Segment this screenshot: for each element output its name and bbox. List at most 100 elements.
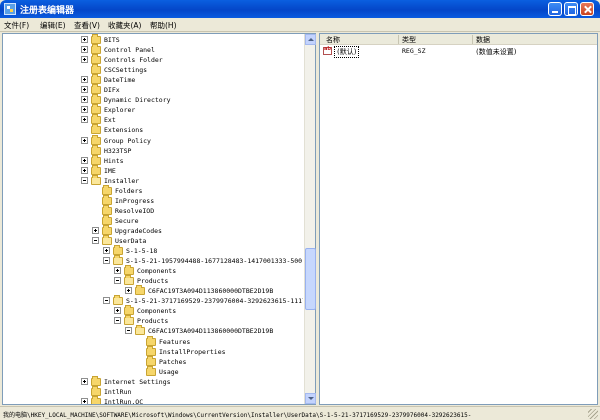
- menu-edit[interactable]: 编辑(E): [40, 20, 66, 31]
- tree-node[interactable]: Group Policy: [3, 134, 303, 146]
- tree-node-label[interactable]: Dynamic Directory: [104, 95, 171, 105]
- tree-node-label[interactable]: Explorer: [104, 105, 135, 115]
- tree-node-label[interactable]: InProgress: [115, 196, 154, 206]
- tree-node[interactable]: Dynamic Directory: [3, 94, 303, 105]
- tree-node-label[interactable]: Folders: [115, 186, 142, 196]
- tree-node[interactable]: Features: [3, 335, 303, 347]
- tree-node[interactable]: Folders: [3, 184, 303, 196]
- tree-node[interactable]: DIFx: [3, 84, 303, 95]
- tree-node[interactable]: InstallProperties: [3, 345, 303, 357]
- expand-plus-icon[interactable]: [81, 56, 88, 64]
- tree-vertical-scrollbar[interactable]: [304, 34, 316, 404]
- tree-node-label[interactable]: C6FAC19T3A094D113860000DTBE2D19B: [148, 326, 273, 336]
- tree-node-label[interactable]: InstallProperties: [159, 347, 226, 357]
- expand-plus-icon[interactable]: [81, 166, 88, 174]
- tree-node[interactable]: Ext: [3, 114, 303, 125]
- tree-node-label[interactable]: Hints: [104, 156, 124, 166]
- tree-node[interactable]: ResolveIOD: [3, 204, 303, 216]
- expand-plus-icon[interactable]: [81, 86, 88, 94]
- tree-node[interactable]: IntlRun.OC: [3, 395, 303, 404]
- tree-node[interactable]: BITS: [3, 34, 303, 45]
- tree-node[interactable]: Products: [3, 315, 303, 326]
- expand-plus-icon[interactable]: [81, 96, 88, 104]
- tree-node[interactable]: Extensions: [3, 124, 303, 135]
- collapse-minus-icon[interactable]: [114, 277, 121, 285]
- expand-plus-icon[interactable]: [81, 46, 88, 54]
- tree-node-label[interactable]: Installer: [104, 176, 139, 186]
- collapse-minus-icon[interactable]: [103, 297, 110, 305]
- expand-plus-icon[interactable]: [81, 106, 88, 114]
- tree-node[interactable]: C6FAC19T3A094D113860000DTBE2D19B: [3, 285, 303, 296]
- tree-node[interactable]: InProgress: [3, 194, 303, 206]
- tree-node[interactable]: Components: [3, 265, 303, 276]
- expand-plus-icon[interactable]: [114, 307, 121, 315]
- tree-node-label[interactable]: Internet Settings: [104, 377, 171, 387]
- tree-node-label[interactable]: Extensions: [104, 125, 143, 135]
- tree-node-label[interactable]: DateTime: [104, 75, 135, 85]
- collapse-minus-icon[interactable]: [92, 237, 99, 244]
- tree-node[interactable]: UpgradeCodes: [3, 224, 303, 236]
- resize-grip-icon[interactable]: [588, 409, 598, 419]
- registry-tree-pane[interactable]: BITS Control Panel Controls Folder CSCSetti…: [2, 33, 316, 405]
- tree-node-label[interactable]: Secure: [115, 216, 138, 226]
- close-button[interactable]: [580, 2, 594, 16]
- values-list-pane[interactable]: 名称 类型 数据 (默认) REG_SZ (数值未设置): [319, 33, 598, 405]
- tree-node-label[interactable]: Controls Folder: [104, 55, 163, 65]
- column-divider[interactable]: [472, 35, 473, 44]
- collapse-minus-icon[interactable]: [114, 317, 121, 325]
- tree-node-label[interactable]: BITS: [104, 35, 120, 45]
- tree-node[interactable]: H323TSP: [3, 144, 303, 156]
- minimize-button[interactable]: [548, 2, 562, 16]
- tree-node[interactable]: Internet Settings: [3, 375, 303, 387]
- scroll-down-arrow-icon[interactable]: [305, 393, 316, 404]
- tree-node-label[interactable]: Ext: [104, 115, 116, 125]
- scroll-up-arrow-icon[interactable]: [305, 34, 316, 45]
- tree-node-label[interactable]: IME: [104, 166, 116, 176]
- tree-node-label[interactable]: ResolveIOD: [115, 206, 154, 216]
- tree-node-label[interactable]: DIFx: [104, 85, 120, 95]
- tree-node[interactable]: Components: [3, 305, 303, 316]
- tree-node[interactable]: Controls Folder: [3, 54, 303, 65]
- tree-node-label[interactable]: S-1-5-21-3717169529-2379976004-329262361…: [126, 296, 303, 306]
- tree-node[interactable]: Explorer: [3, 104, 303, 115]
- tree-node[interactable]: S-1-5-21-1957994488-1677128483-141700133…: [3, 255, 303, 266]
- expand-plus-icon[interactable]: [81, 76, 88, 84]
- scroll-thumb[interactable]: [305, 248, 316, 310]
- tree-node[interactable]: Installer: [3, 174, 303, 186]
- tree-node[interactable]: S-1-5-21-3717169529-2379976004-329262361…: [3, 295, 303, 306]
- expand-plus-icon[interactable]: [114, 267, 121, 275]
- tree-node-label[interactable]: Usage: [159, 367, 179, 377]
- expand-plus-icon[interactable]: [103, 247, 110, 255]
- tree-node[interactable]: UserData: [3, 235, 303, 246]
- tree-node[interactable]: Secure: [3, 214, 303, 226]
- registry-value-row[interactable]: (默认) REG_SZ (数值未设置): [320, 46, 597, 58]
- expand-plus-icon[interactable]: [81, 156, 88, 164]
- expand-plus-icon[interactable]: [81, 136, 88, 144]
- collapse-minus-icon[interactable]: [125, 327, 132, 335]
- tree-node[interactable]: CSCSettings: [3, 64, 303, 75]
- tree-node-label[interactable]: Components: [137, 266, 176, 276]
- tree-node-label[interactable]: Patches: [159, 357, 186, 367]
- expand-plus-icon[interactable]: [81, 397, 88, 404]
- tree-node[interactable]: Control Panel: [3, 44, 303, 55]
- menu-view[interactable]: 查看(V): [74, 20, 100, 31]
- tree-node-label[interactable]: S-1-5-18: [126, 246, 157, 256]
- column-divider[interactable]: [398, 35, 399, 44]
- tree-node[interactable]: S-1-5-18: [3, 245, 303, 256]
- tree-node-label[interactable]: H323TSP: [104, 146, 131, 156]
- tree-node[interactable]: IntlRun: [3, 385, 303, 397]
- column-header-type[interactable]: 类型: [402, 35, 416, 45]
- tree-node-label[interactable]: IntlRun: [104, 387, 131, 397]
- tree-node[interactable]: Usage: [3, 365, 303, 377]
- column-header-data[interactable]: 数据: [476, 35, 490, 45]
- tree-node-label[interactable]: Control Panel: [104, 45, 155, 55]
- tree-node-label[interactable]: UpgradeCodes: [115, 226, 162, 236]
- expand-plus-icon[interactable]: [81, 116, 88, 124]
- tree-node-label[interactable]: Group Policy: [104, 136, 151, 146]
- tree-node[interactable]: Products: [3, 275, 303, 286]
- menu-help[interactable]: 帮助(H): [150, 20, 177, 31]
- tree-node[interactable]: DateTime: [3, 74, 303, 85]
- tree-node[interactable]: IME: [3, 164, 303, 176]
- tree-node-label[interactable]: Features: [159, 337, 190, 347]
- maximize-button[interactable]: [564, 2, 578, 16]
